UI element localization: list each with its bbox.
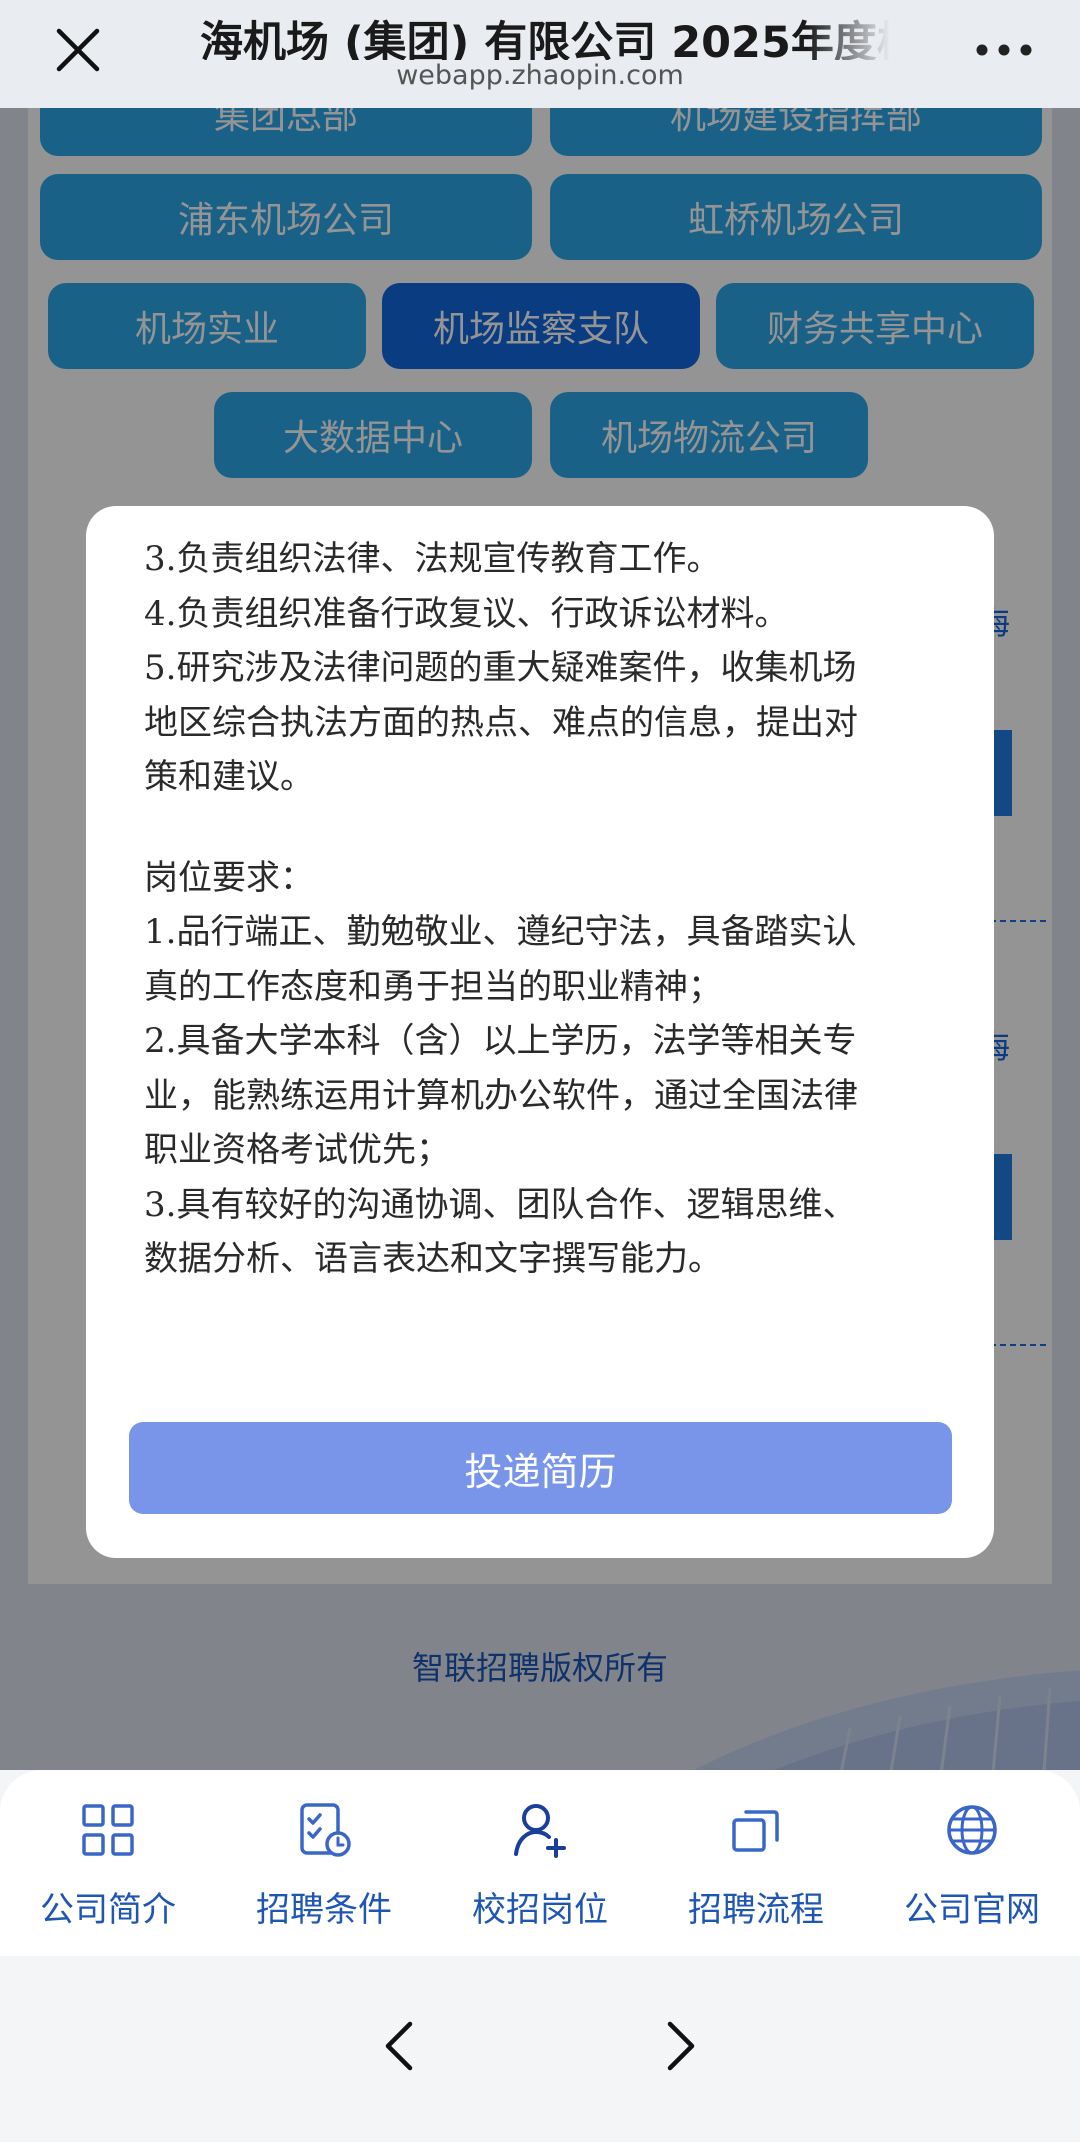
tab-company-intro[interactable]: 公司简介 (0, 1770, 216, 1956)
user-add-icon (514, 1804, 566, 1858)
more-icon (976, 44, 1032, 56)
tab-label: 公司官网 (904, 1890, 1040, 1930)
chevron-left-icon (385, 2021, 413, 2071)
requirement-line: 数据分析、语言表达和文字撰写能力。 (144, 1239, 722, 1279)
tab-label: 招聘流程 (688, 1890, 824, 1930)
grid-icon (82, 1804, 134, 1856)
duty-line: 地区综合执法方面的热点、难点的信息，提出对 (144, 702, 858, 743)
requirement-line: 1.品行端正、勤勉敬业、遵纪守法，具备踏实认 (144, 912, 857, 952)
tab-requirements[interactable]: 招聘条件 (216, 1770, 432, 1956)
browser-header: 海机场 (集团) 有限公司 2025年度校园招聘 webapp.zhaopin.… (0, 0, 1080, 108)
duty-line: 策和建议。 (144, 757, 314, 797)
forward-button[interactable] (640, 2006, 720, 2086)
page-title: 海机场 (集团) 有限公司 2025年度校园招聘 (200, 18, 890, 60)
requirement-line: 真的工作态度和勇于担当的职业精神； (144, 966, 722, 1007)
page-url: webapp.zhaopin.com (396, 60, 684, 91)
duty-line: 5.研究涉及法律问题的重大疑难案件，收集机场 (144, 648, 857, 688)
more-button[interactable] (968, 22, 1040, 78)
duty-line: 4.负责组织准备行政复议、行政诉讼材料。 (144, 593, 789, 634)
job-detail-modal: 3.负责组织法律、法规宣传教育工作。 4.负责组织准备行政复议、行政诉讼材料。 … (86, 506, 994, 1558)
requirements-heading: 岗位要求： (144, 857, 314, 898)
tab-campus-jobs[interactable]: 校招岗位 (432, 1770, 648, 1956)
copy-icon (732, 1810, 779, 1852)
chevron-right-icon (667, 2021, 695, 2071)
tab-label: 招聘条件 (256, 1890, 392, 1930)
tab-process[interactable]: 招聘流程 (648, 1770, 864, 1956)
requirement-line: 3.具有较好的沟通协调、团队合作、逻辑思维、 (144, 1184, 857, 1225)
submit-resume-button[interactable]: 投递简历 (129, 1422, 952, 1514)
globe-icon (947, 1805, 997, 1855)
duty-line: 3.负责组织法律、法规宣传教育工作。 (144, 539, 721, 579)
back-button[interactable] (360, 2006, 440, 2086)
tab-label: 公司简介 (40, 1890, 176, 1930)
browser-nav-bar (0, 1956, 1080, 2142)
requirement-line: 业，能熟练运用计算机办公软件，通过全国法律 (144, 1075, 858, 1116)
job-description: 3.负责组织法律、法规宣传教育工作。 4.负责组织准备行政复议、行政诉讼材料。 … (144, 532, 944, 1287)
bottom-tab-bar: 公司简介 招聘条件 校招岗位 招聘流程 公司官网 (0, 1770, 1080, 1956)
tab-label: 校招岗位 (472, 1890, 608, 1930)
tab-official-site[interactable]: 公司官网 (864, 1770, 1080, 1956)
checklist-clock-icon (300, 1803, 351, 1857)
requirement-line: 2.具备大学本科（含）以上学历，法学等相关专 (144, 1021, 857, 1061)
requirement-line: 职业资格考试优先； (144, 1130, 450, 1170)
